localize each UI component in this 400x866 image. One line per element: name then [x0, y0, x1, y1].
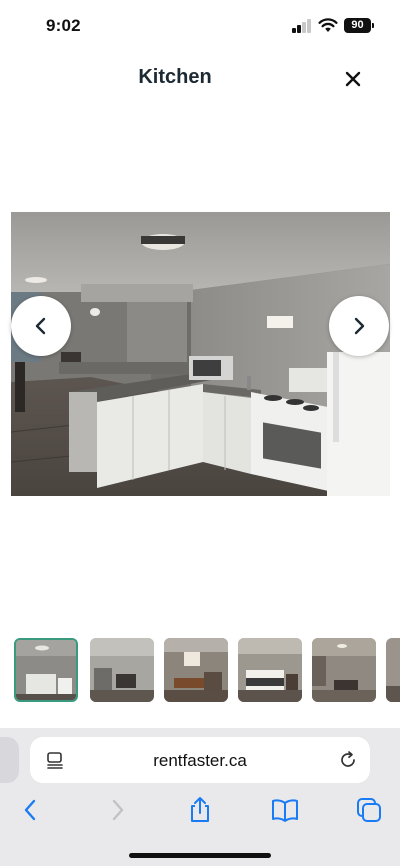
previous-photo-button[interactable]	[11, 296, 71, 356]
main-photo	[11, 212, 390, 496]
thumbnail-image	[164, 638, 228, 702]
thumbnail-strip	[14, 638, 400, 704]
battery-indicator: 90	[344, 18, 371, 33]
thumbnail-image	[312, 638, 376, 702]
home-indicator	[129, 853, 271, 858]
browser-toolbar: rentfaster.ca	[0, 728, 400, 866]
tabs-icon[interactable]	[354, 795, 384, 825]
close-icon	[345, 71, 361, 87]
next-photo-button[interactable]	[329, 296, 389, 356]
previous-tab-edge[interactable]	[0, 737, 19, 783]
chevron-right-icon	[354, 317, 365, 335]
thumbnail-image	[16, 640, 76, 700]
thumbnail-kitchen[interactable]	[14, 638, 78, 702]
cellular-signal-icon	[292, 19, 312, 33]
forward-icon[interactable]	[102, 795, 132, 825]
thumbnail-bedroom[interactable]	[238, 638, 302, 702]
back-icon[interactable]	[16, 795, 46, 825]
thumbnail-living[interactable]	[90, 638, 154, 702]
battery-tip	[372, 23, 374, 28]
wifi-icon	[318, 18, 338, 32]
url-text: rentfaster.ca	[153, 751, 247, 770]
page-title: Kitchen	[138, 66, 212, 88]
close-button[interactable]	[342, 68, 364, 90]
share-icon[interactable]	[185, 795, 215, 825]
chevron-left-icon	[35, 317, 46, 335]
thumbnail-dining[interactable]	[164, 638, 228, 702]
thumbnail-image	[90, 638, 154, 702]
thumbnail-partial[interactable]	[386, 638, 400, 702]
thumbnail-image	[238, 638, 302, 702]
thumbnail-image	[386, 638, 400, 702]
bookmarks-icon[interactable]	[270, 795, 300, 825]
status-bar: 9:02 90	[0, 0, 400, 52]
thumbnail-room[interactable]	[312, 638, 376, 702]
kitchen-photo	[11, 212, 390, 496]
page-title-wrap: Kitchen	[0, 66, 350, 89]
status-time: 9:02	[46, 16, 81, 35]
reload-icon[interactable]	[338, 750, 358, 770]
address-bar[interactable]: rentfaster.ca	[30, 737, 370, 783]
